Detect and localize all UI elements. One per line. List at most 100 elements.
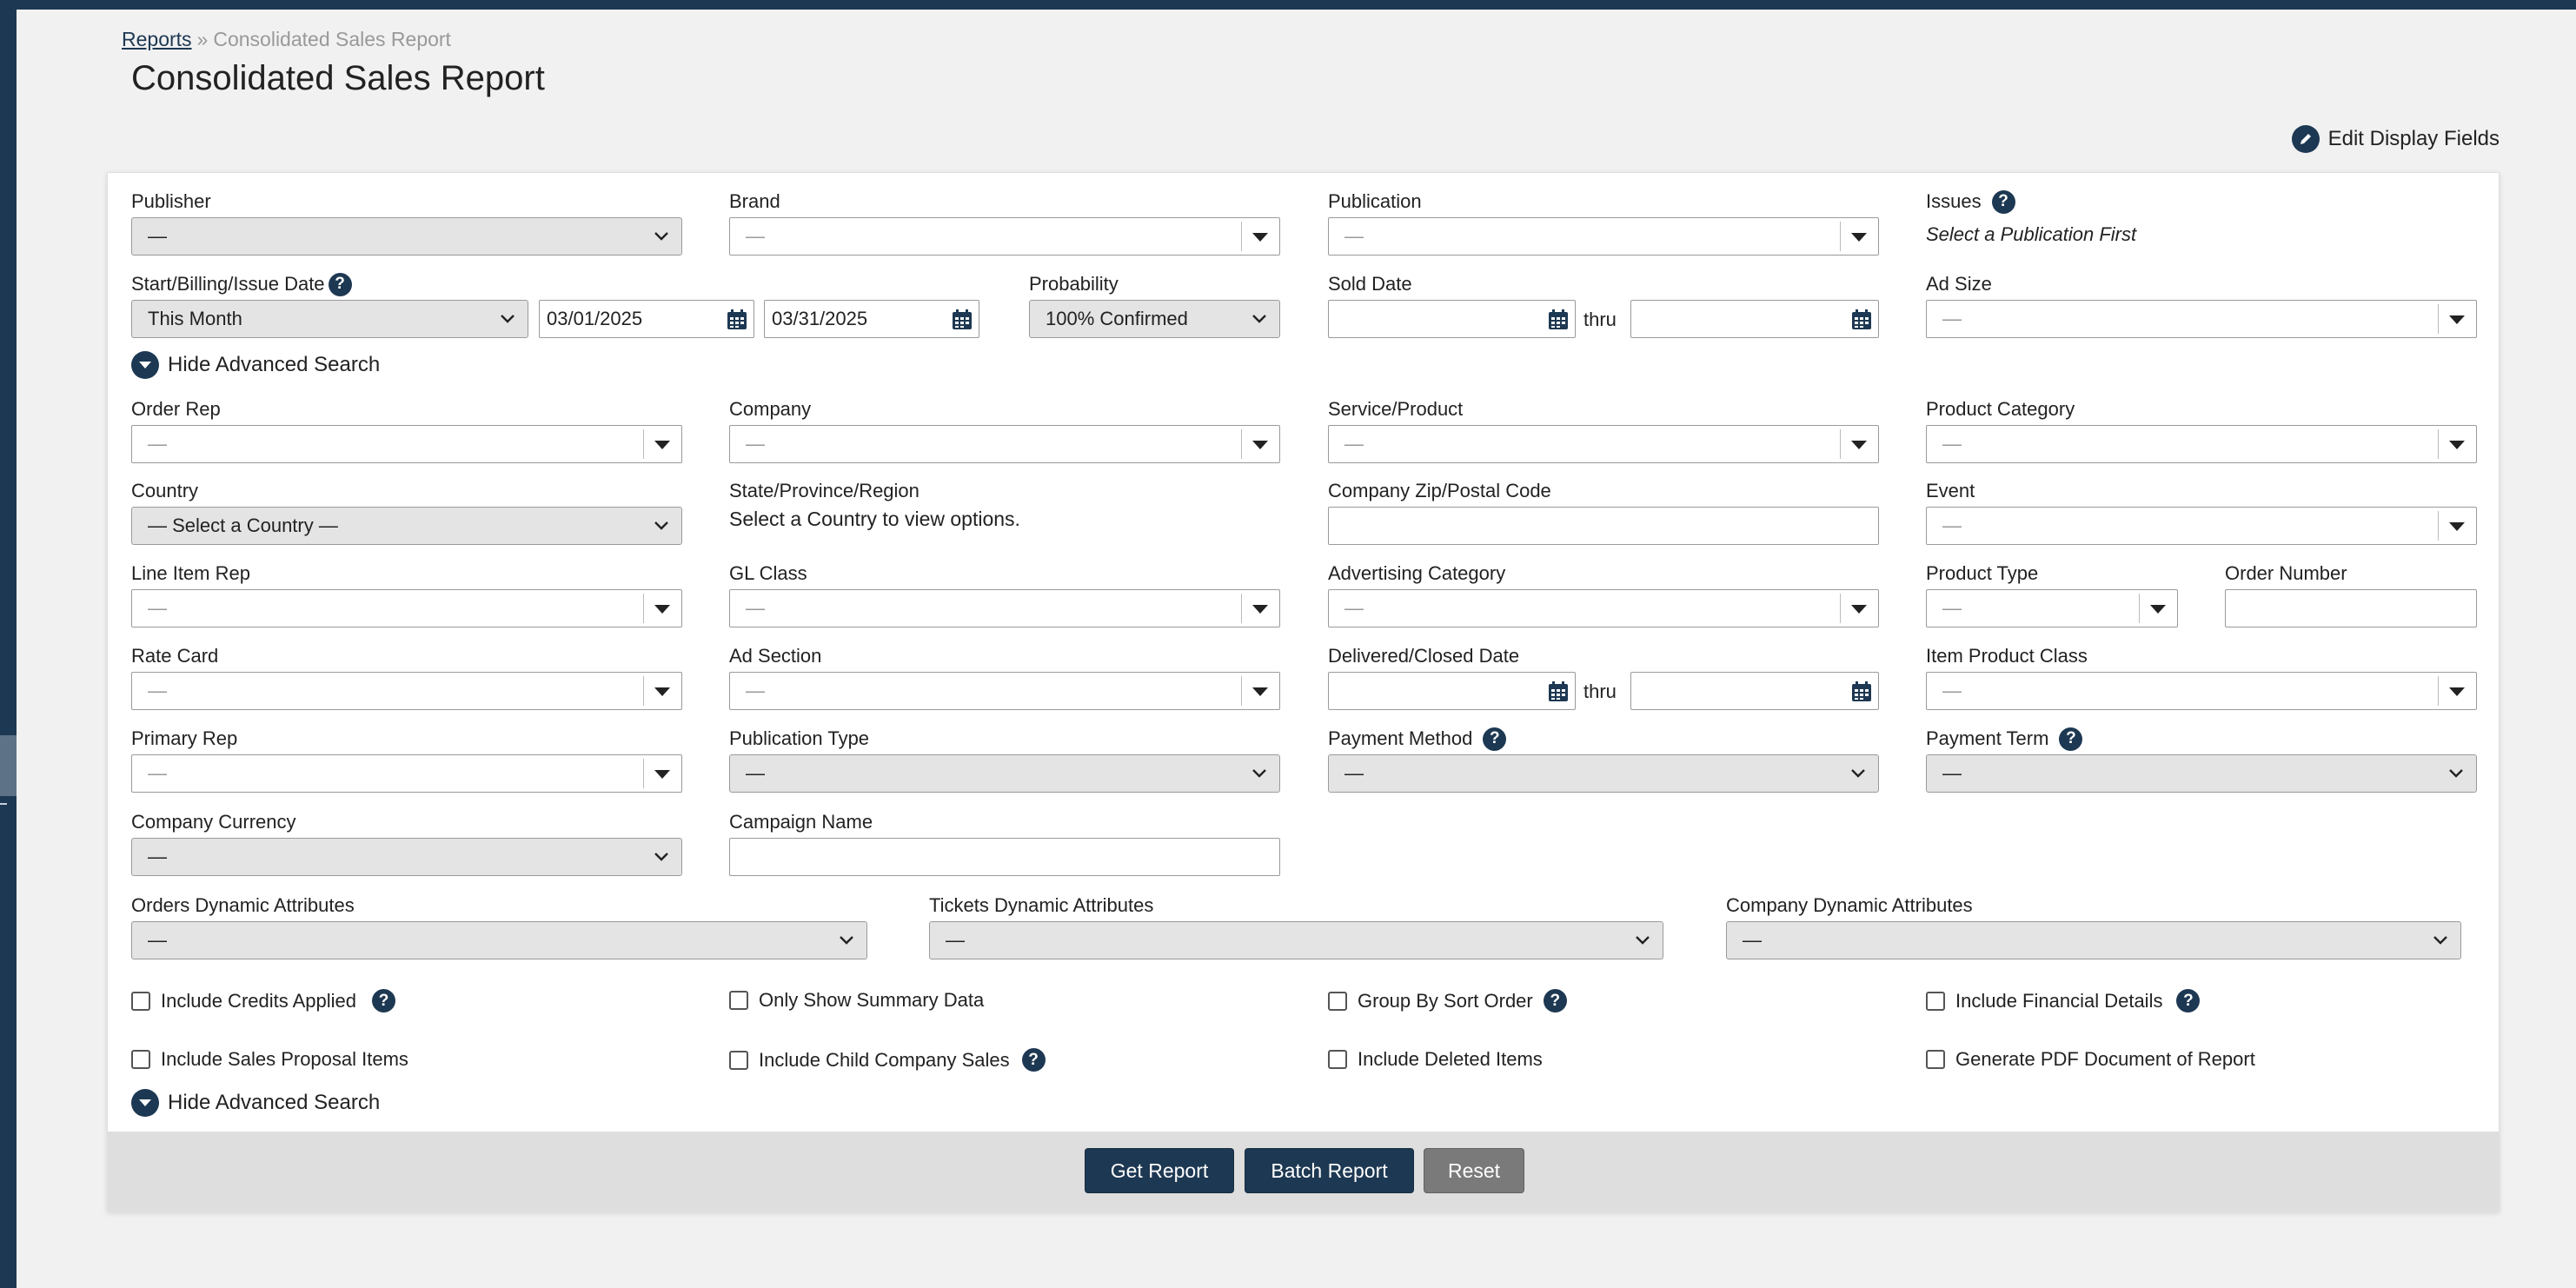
help-icon[interactable]: ?: [1021, 1048, 1046, 1072]
reset-button[interactable]: Reset: [1424, 1148, 1524, 1193]
caret-down-icon: [1252, 441, 1268, 449]
get-report-button[interactable]: Get Report: [1085, 1148, 1234, 1193]
issues-note: Select a Publication First: [1926, 223, 2137, 245]
advertising-category-select[interactable]: —: [1328, 589, 1879, 627]
sold-date-from-input[interactable]: [1328, 300, 1576, 338]
checkbox-box[interactable]: [1328, 991, 1347, 1011]
payment-term-select[interactable]: —: [1926, 754, 2477, 793]
include-sales-proposal-items-checkbox[interactable]: Include Sales Proposal Items: [131, 1048, 408, 1071]
rate-card-select[interactable]: —: [131, 672, 682, 710]
company-select[interactable]: —: [729, 425, 1280, 463]
tickets-dyn-select[interactable]: —: [929, 921, 1663, 959]
start-date-value: 03/01/2025: [547, 308, 643, 329]
calendar-icon[interactable]: [1547, 681, 1570, 703]
only-show-summary-checkbox[interactable]: Only Show Summary Data: [729, 989, 984, 1012]
brand-label: Brand: [729, 190, 780, 212]
hide-advanced-search-toggle[interactable]: Hide Advanced Search: [131, 351, 380, 379]
search-panel: Publisher — Brand — Publication — Issues…: [107, 172, 2500, 1212]
sold-date-to-input[interactable]: [1630, 300, 1879, 338]
panel-footer: Get Report Batch Report Reset: [108, 1132, 2499, 1211]
probability-label: Probability: [1029, 273, 1119, 295]
calendar-icon[interactable]: [1547, 309, 1570, 331]
breadcrumb: Reports» Consolidated Sales Report: [122, 28, 451, 51]
help-icon[interactable]: ?: [328, 272, 352, 296]
help-icon[interactable]: ?: [2176, 989, 2201, 1012]
batch-report-button[interactable]: Batch Report: [1245, 1148, 1414, 1193]
product-type-select[interactable]: —: [1926, 589, 2178, 627]
top-bar: [0, 0, 2576, 10]
product-category-select[interactable]: —: [1926, 425, 2477, 463]
delivered-date-to-input[interactable]: [1630, 672, 1879, 710]
company-currency-label: Company Currency: [131, 811, 296, 833]
help-icon[interactable]: ?: [372, 989, 396, 1012]
only-show-summary-label: Only Show Summary Data: [759, 989, 985, 1011]
company-currency-select[interactable]: —: [131, 838, 682, 876]
help-icon[interactable]: ?: [1483, 727, 1507, 751]
advertising-category-value: —: [1344, 597, 1364, 619]
checkbox-box[interactable]: [729, 1050, 748, 1070]
probability-select[interactable]: 100% Confirmed: [1029, 300, 1280, 338]
payment-method-select[interactable]: —: [1328, 754, 1879, 793]
zip-input[interactable]: [1328, 507, 1879, 545]
checkbox-box[interactable]: [1328, 1050, 1347, 1069]
help-icon[interactable]: ?: [2059, 727, 2083, 751]
ad-section-label: Ad Section: [729, 645, 822, 667]
primary-rep-value: —: [148, 762, 167, 784]
event-select[interactable]: —: [1926, 507, 2477, 545]
breadcrumb-reports-link[interactable]: Reports: [122, 28, 192, 50]
primary-rep-select[interactable]: —: [131, 754, 682, 793]
start-date-input[interactable]: 03/01/2025: [539, 300, 754, 338]
include-child-company-sales-checkbox[interactable]: Include Child Company Sales?: [729, 1048, 1046, 1072]
include-deleted-items-checkbox[interactable]: Include Deleted Items: [1328, 1048, 1543, 1071]
help-icon[interactable]: ?: [1991, 189, 2015, 214]
payment-method-label: Payment Method: [1328, 727, 1473, 749]
include-financial-details-checkbox[interactable]: Include Financial Details?: [1926, 989, 2201, 1012]
issues-label: Issues: [1926, 190, 1982, 212]
include-child-company-sales-label: Include Child Company Sales: [759, 1048, 1010, 1071]
checkbox-box[interactable]: [1926, 991, 1945, 1011]
gl-class-select[interactable]: —: [729, 589, 1280, 627]
include-deleted-items-label: Include Deleted Items: [1358, 1048, 1543, 1070]
country-select[interactable]: — Select a Country —: [131, 507, 682, 545]
orders-dyn-value: —: [148, 929, 167, 951]
publication-select[interactable]: —: [1328, 217, 1879, 256]
company-dyn-select[interactable]: —: [1726, 921, 2461, 959]
sidebar-tab[interactable]: [0, 735, 17, 796]
help-icon[interactable]: ?: [1543, 989, 1567, 1012]
calendar-icon[interactable]: [1850, 681, 1873, 703]
calendar-icon[interactable]: [1850, 309, 1873, 331]
order-number-input[interactable]: [2225, 589, 2477, 627]
delivered-date-from-input[interactable]: [1328, 672, 1576, 710]
service-product-select[interactable]: —: [1328, 425, 1879, 463]
order-rep-select[interactable]: —: [131, 425, 682, 463]
generate-pdf-checkbox[interactable]: Generate PDF Document of Report: [1926, 1048, 2255, 1071]
caret-down-icon: [1851, 441, 1867, 449]
brand-select[interactable]: —: [729, 217, 1280, 256]
calendar-icon[interactable]: [726, 309, 748, 331]
company-dyn-label: Company Dynamic Attributes: [1726, 894, 1973, 916]
ad-size-select[interactable]: —: [1926, 300, 2477, 338]
checkbox-box[interactable]: [131, 1050, 150, 1069]
checkbox-box[interactable]: [729, 991, 748, 1010]
publication-type-select[interactable]: —: [729, 754, 1280, 793]
breadcrumb-separator: »: [196, 28, 209, 50]
ad-section-select[interactable]: —: [729, 672, 1280, 710]
end-date-input[interactable]: 03/31/2025: [764, 300, 979, 338]
campaign-name-input[interactable]: [729, 838, 1280, 876]
hide-advanced-search-toggle-bottom[interactable]: Hide Advanced Search: [131, 1089, 380, 1117]
publisher-label: Publisher: [131, 190, 211, 212]
zip-label: Company Zip/Postal Code: [1328, 480, 1551, 501]
date-preset-select[interactable]: This Month: [131, 300, 528, 338]
edit-display-fields-button[interactable]: Edit Display Fields: [2291, 125, 2500, 153]
line-item-rep-select[interactable]: —: [131, 589, 682, 627]
publisher-select[interactable]: —: [131, 217, 682, 256]
calendar-icon[interactable]: [951, 309, 973, 331]
hide-advanced-search-label: Hide Advanced Search: [168, 353, 381, 376]
include-credits-applied-checkbox[interactable]: Include Credits Applied?: [131, 989, 396, 1012]
checkbox-box[interactable]: [131, 991, 150, 1011]
group-by-sort-order-checkbox[interactable]: Group By Sort Order?: [1328, 989, 1567, 1012]
checkbox-box[interactable]: [1926, 1050, 1945, 1069]
page-title: Consolidated Sales Report: [131, 59, 545, 97]
orders-dyn-select[interactable]: —: [131, 921, 867, 959]
item-product-class-select[interactable]: —: [1926, 672, 2477, 710]
